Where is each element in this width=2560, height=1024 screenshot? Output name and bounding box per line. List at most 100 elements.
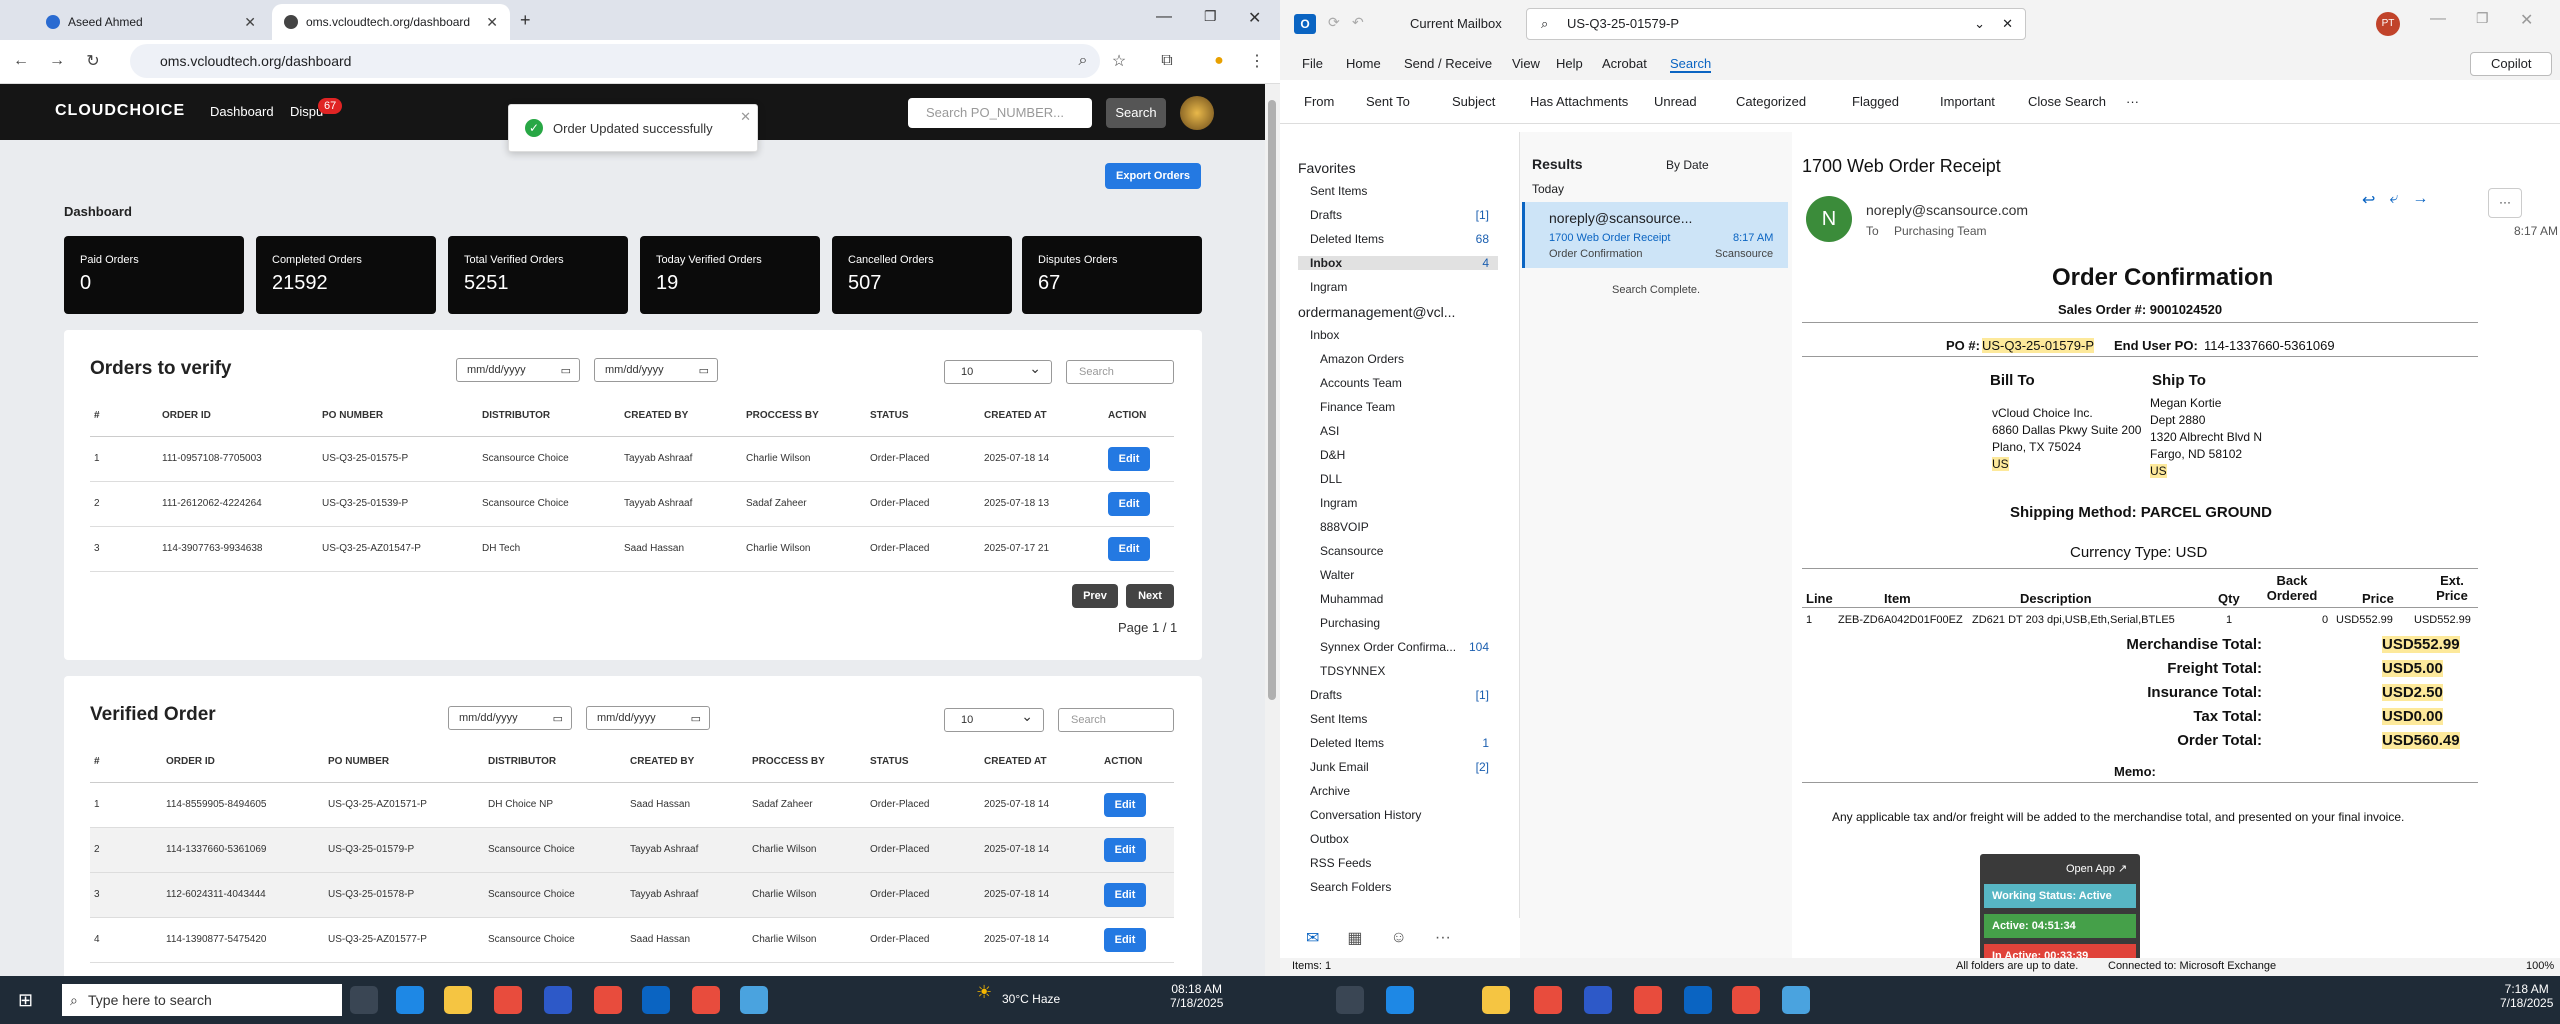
close-window-icon[interactable]: ✕ bbox=[2520, 10, 2533, 30]
extensions-icon[interactable]: ⧉ bbox=[1154, 48, 1180, 74]
chevron-down-icon[interactable]: ⌄ bbox=[1974, 9, 1985, 39]
tab-aseed[interactable]: Aseed Ahmed ✕ bbox=[34, 4, 268, 40]
reply-icon[interactable]: ↩ bbox=[2362, 190, 2375, 210]
search-icon[interactable] bbox=[1336, 986, 1364, 1014]
file-explorer-icon[interactable] bbox=[1482, 986, 1510, 1014]
folder-item[interactable]: RSS Feeds bbox=[1310, 856, 1371, 870]
folder-item[interactable]: Deleted Items bbox=[1310, 232, 1384, 246]
reply-all-icon[interactable]: ⤶ bbox=[2389, 190, 2398, 210]
folder-item[interactable]: Search Folders bbox=[1310, 880, 1391, 894]
export-orders-button[interactable]: Export Orders bbox=[1105, 163, 1201, 189]
outlook-icon[interactable] bbox=[1684, 986, 1712, 1014]
categorized-filter[interactable]: Categorized bbox=[1736, 94, 1806, 109]
date-to-input[interactable]: mm/dd/yyyy bbox=[594, 358, 718, 382]
minimize-icon[interactable]: — bbox=[2430, 10, 2446, 28]
zoom-app-icon[interactable] bbox=[1584, 986, 1612, 1014]
maximize-icon[interactable]: ❐ bbox=[2476, 10, 2489, 27]
user-avatar[interactable] bbox=[1180, 96, 1214, 130]
folder-item[interactable]: Inbox bbox=[1298, 256, 1498, 270]
close-icon[interactable]: ✕ bbox=[244, 14, 256, 31]
folder-item[interactable]: Conversation History bbox=[1310, 808, 1421, 822]
outlook-icon[interactable] bbox=[642, 986, 670, 1014]
edit-button[interactable]: Edit bbox=[1108, 446, 1150, 471]
clock-1[interactable]: 08:18 AM 7/18/2025 bbox=[1170, 982, 1223, 1010]
forward-icon[interactable]: → bbox=[44, 48, 70, 74]
folder-item[interactable]: Sent Items bbox=[1310, 712, 1367, 726]
undo-icon[interactable]: ↶ bbox=[1352, 14, 1364, 31]
profile-icon[interactable]: ● bbox=[1206, 48, 1232, 74]
open-app-link[interactable]: Open App ↗ bbox=[2066, 862, 2127, 875]
mail-search-input[interactable]: ⌕ US-Q3-25-01579-P ⌄ ✕ bbox=[1526, 8, 2026, 40]
more-icon[interactable]: ··· bbox=[2126, 94, 2139, 109]
page-size-select[interactable]: 10 bbox=[944, 705, 1044, 732]
profile-avatar[interactable]: PT bbox=[2376, 12, 2400, 36]
task-view-icon[interactable] bbox=[350, 986, 378, 1014]
menu-file[interactable]: File bbox=[1302, 56, 1323, 71]
edge-icon[interactable] bbox=[1386, 986, 1414, 1014]
maximize-icon[interactable]: ❐ bbox=[1204, 8, 1217, 25]
folder-item[interactable]: D&H bbox=[1320, 448, 1345, 462]
edit-button[interactable]: Edit bbox=[1104, 837, 1146, 862]
menu-search[interactable]: Search bbox=[1670, 56, 1712, 73]
minimize-icon[interactable]: — bbox=[1156, 8, 1172, 26]
subject-filter[interactable]: Subject bbox=[1452, 94, 1495, 109]
app-icon[interactable] bbox=[740, 986, 768, 1014]
folder-item[interactable]: Synnex Order Confirma... bbox=[1320, 640, 1456, 654]
scrollbar-thumb[interactable] bbox=[1268, 100, 1276, 700]
clock-2[interactable]: 7:18 AM 7/18/2025 bbox=[2500, 982, 2553, 1010]
edit-button[interactable]: Edit bbox=[1104, 792, 1146, 817]
zoom-app-icon[interactable] bbox=[544, 986, 572, 1014]
prev-button[interactable]: Prev bbox=[1072, 584, 1118, 608]
next-button[interactable]: Next bbox=[1126, 584, 1174, 608]
new-tab-icon[interactable]: + bbox=[520, 10, 531, 31]
menu-home[interactable]: Home bbox=[1346, 56, 1381, 71]
folder-item[interactable]: DLL bbox=[1320, 472, 1342, 486]
close-window-icon[interactable]: ✕ bbox=[1248, 8, 1261, 28]
chrome-icon[interactable] bbox=[1534, 986, 1562, 1014]
chrome-icon[interactable] bbox=[494, 986, 522, 1014]
table-search-input[interactable]: Search bbox=[1066, 360, 1174, 384]
folder-item[interactable]: ASI bbox=[1320, 424, 1339, 438]
edge-icon[interactable] bbox=[396, 986, 424, 1014]
chrome-icon[interactable] bbox=[692, 986, 720, 1014]
folder-item[interactable]: Muhammad bbox=[1320, 592, 1383, 606]
folder-item[interactable]: TDSYNNEX bbox=[1320, 664, 1385, 678]
table-search-input[interactable]: Search bbox=[1058, 708, 1174, 732]
bookmark-star-icon[interactable]: ☆ bbox=[1106, 48, 1132, 74]
has-attachments-filter[interactable]: Has Attachments bbox=[1530, 94, 1628, 109]
folder-item[interactable]: Ingram bbox=[1310, 280, 1347, 294]
reload-icon[interactable]: ↻ bbox=[80, 48, 106, 74]
folder-item[interactable]: Finance Team bbox=[1320, 400, 1395, 414]
taskbar-search-input[interactable]: ⌕ Type here to search bbox=[62, 984, 342, 1016]
folder-item[interactable]: Accounts Team bbox=[1320, 376, 1402, 390]
sent-to-filter[interactable]: Sent To bbox=[1366, 94, 1410, 109]
app-icon[interactable] bbox=[1782, 986, 1810, 1014]
folder-item[interactable]: Purchasing bbox=[1320, 616, 1380, 630]
more-actions-icon[interactable]: ··· bbox=[2488, 188, 2522, 218]
close-icon[interactable]: ✕ bbox=[740, 109, 751, 125]
from-filter[interactable]: From bbox=[1304, 94, 1334, 109]
nav-dashboard[interactable]: Dashboard bbox=[210, 104, 274, 119]
menu-send-receive[interactable]: Send / Receive bbox=[1404, 56, 1492, 71]
sort-dropdown[interactable]: By Date bbox=[1666, 158, 1709, 172]
folder-item[interactable]: Inbox bbox=[1310, 328, 1339, 342]
folder-item[interactable]: Favorites bbox=[1298, 160, 1356, 176]
folder-item[interactable]: Scansource bbox=[1320, 544, 1383, 558]
flagged-filter[interactable]: Flagged bbox=[1852, 94, 1899, 109]
url-input[interactable]: oms.vcloudtech.org/dashboard bbox=[130, 44, 1100, 78]
folder-item[interactable]: Archive bbox=[1310, 784, 1350, 798]
important-filter[interactable]: Important bbox=[1940, 94, 1995, 109]
chrome-icon[interactable] bbox=[1732, 986, 1760, 1014]
sync-icon[interactable]: ⟳ bbox=[1328, 14, 1340, 31]
page-size-select[interactable]: 10 bbox=[944, 357, 1052, 384]
menu-help[interactable]: Help bbox=[1556, 56, 1583, 71]
windows-start-icon[interactable]: ⊞ bbox=[18, 990, 33, 1011]
folder-item[interactable]: Walter bbox=[1320, 568, 1354, 582]
more-icon[interactable]: ··· bbox=[1435, 929, 1451, 947]
edit-button[interactable]: Edit bbox=[1108, 536, 1150, 561]
chrome-icon[interactable] bbox=[594, 986, 622, 1014]
close-icon[interactable]: ✕ bbox=[486, 14, 498, 31]
edit-button[interactable]: Edit bbox=[1104, 927, 1146, 952]
folder-item[interactable]: Drafts bbox=[1310, 688, 1342, 702]
chrome-icon[interactable] bbox=[1634, 986, 1662, 1014]
